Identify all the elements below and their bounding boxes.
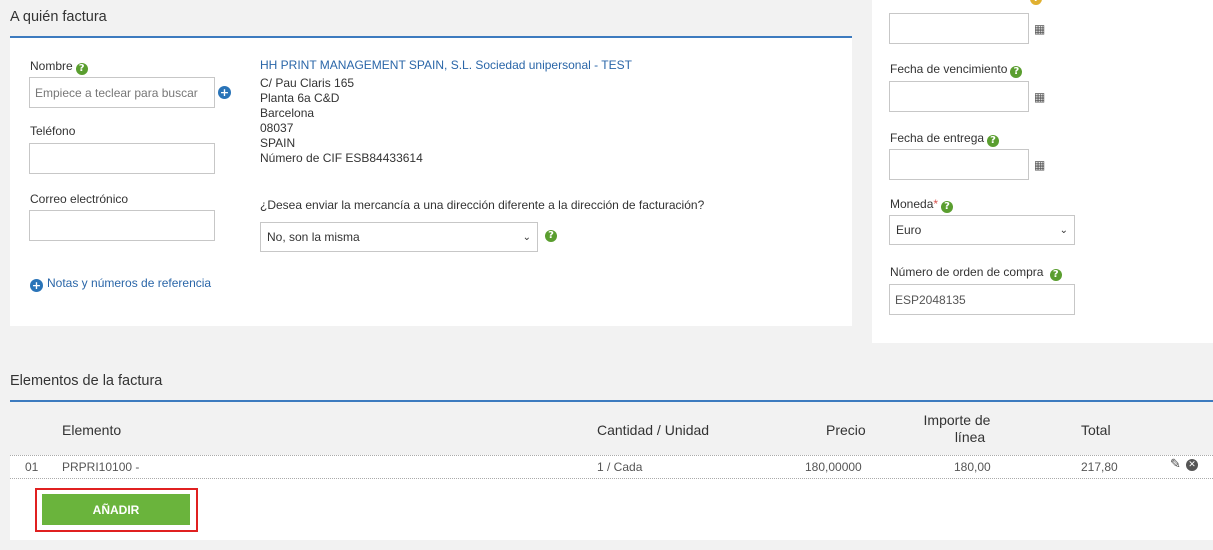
currency-label: Moneda*? <box>890 197 954 213</box>
calendar-icon[interactable]: ▦ <box>1034 22 1045 36</box>
row-line-amount: 180,00 <box>954 460 991 474</box>
address-line: Planta 6a C&D <box>260 91 340 105</box>
question-circle-icon[interactable]: ? <box>941 201 954 213</box>
currency-select[interactable]: Euro ⌄ <box>889 215 1075 245</box>
notes-references-label: Notas y números de referencia <box>47 276 212 290</box>
row-qty-unit: 1 / Cada <box>597 460 643 474</box>
email-label: Correo electrónico <box>30 192 129 206</box>
items-title: Elementos de la factura <box>10 373 163 389</box>
calendar-icon[interactable]: ▦ <box>1034 158 1045 172</box>
header-element: Elemento <box>62 422 122 438</box>
name-search-input[interactable]: Empiece a teclear para buscar <box>29 77 215 108</box>
header-line-amount-2: línea <box>954 429 986 445</box>
header-line-amount: Importe de línea <box>905 412 1009 446</box>
header-line-amount-1: Importe de <box>923 412 991 428</box>
invoice-details-panel: ? ▦ Fecha de vencimiento? ▦ Fecha de ent… <box>872 0 1213 343</box>
phone-label: Teléfono <box>30 124 76 138</box>
date-input[interactable] <box>889 13 1029 44</box>
name-label: Nombre? <box>30 59 88 75</box>
question-circle-icon[interactable]: ? <box>987 135 1000 147</box>
required-mark: * <box>933 197 939 211</box>
due-date-label-text: Fecha de vencimiento <box>890 62 1008 76</box>
tax-id-line: Número de CIF ESB84433614 <box>260 151 423 165</box>
header-total: Total <box>1081 422 1111 438</box>
row-element: PRPRI10100 - <box>62 460 140 474</box>
bill-to-panel: Nombre? Empiece a teclear para buscar + … <box>10 36 852 326</box>
row-total: 217,80 <box>1081 460 1118 474</box>
delivery-date-label-text: Fecha de entrega <box>890 131 985 145</box>
edit-icon[interactable]: ✎ <box>1170 457 1181 472</box>
chevron-down-icon: ⌄ <box>522 231 531 243</box>
notes-references-link[interactable]: + Notas y números de referencia <box>30 276 211 292</box>
ship-address-selected: No, son la misma <box>267 230 360 244</box>
question-circle-icon[interactable]: ? <box>1049 269 1062 281</box>
address-line: Barcelona <box>260 106 315 120</box>
question-circle-icon[interactable]: ? <box>1010 66 1023 78</box>
due-date-input[interactable] <box>889 81 1029 112</box>
row-number: 01 <box>25 460 39 474</box>
ship-question: ¿Desea enviar la mercancía a una direcci… <box>260 198 705 212</box>
po-label: Número de orden de compra ? <box>890 265 1062 281</box>
times-circle-icon[interactable]: ✕ <box>1186 459 1198 471</box>
question-circle-icon[interactable]: ? <box>75 63 88 75</box>
plus-circle-icon: + <box>30 279 43 292</box>
phone-input[interactable] <box>29 143 215 174</box>
ship-address-select[interactable]: No, son la misma ⌄ <box>260 222 538 252</box>
add-customer-plus-circle-icon[interactable]: + <box>218 86 231 99</box>
address-line: C/ Pau Claris 165 <box>260 76 355 90</box>
row-divider <box>10 455 1213 456</box>
delivery-date-label: Fecha de entrega? <box>890 131 1000 147</box>
question-circle-icon[interactable]: ? <box>545 230 557 242</box>
header-qty-unit: Cantidad / Unidad <box>597 422 710 438</box>
company-name-link[interactable]: HH PRINT MANAGEMENT SPAIN, S.L. Sociedad… <box>260 58 632 73</box>
question-circle-icon[interactable]: ? <box>1030 0 1042 5</box>
currency-label-text: Moneda <box>890 197 934 211</box>
add-item-button[interactable]: AÑADIR <box>42 494 190 525</box>
chevron-down-icon: ⌄ <box>1059 224 1068 236</box>
due-date-label: Fecha de vencimiento? <box>890 62 1023 78</box>
address-line: 08037 <box>260 121 294 135</box>
email-input[interactable] <box>29 210 215 241</box>
bill-to-title: A quién factura <box>10 9 107 25</box>
po-number-input[interactable]: ESP2048135 <box>889 284 1075 315</box>
row-price: 180,00000 <box>805 460 862 474</box>
calendar-icon[interactable]: ▦ <box>1034 90 1045 104</box>
currency-selected: Euro <box>896 223 922 237</box>
billing-address: HH PRINT MANAGEMENT SPAIN, S.L. Sociedad… <box>260 58 632 166</box>
delivery-date-input[interactable] <box>889 149 1029 180</box>
address-line: SPAIN <box>260 136 296 150</box>
name-label-text: Nombre <box>30 59 73 73</box>
header-price: Precio <box>826 422 866 438</box>
row-divider <box>10 478 1213 479</box>
po-label-text: Número de orden de compra <box>890 265 1044 279</box>
